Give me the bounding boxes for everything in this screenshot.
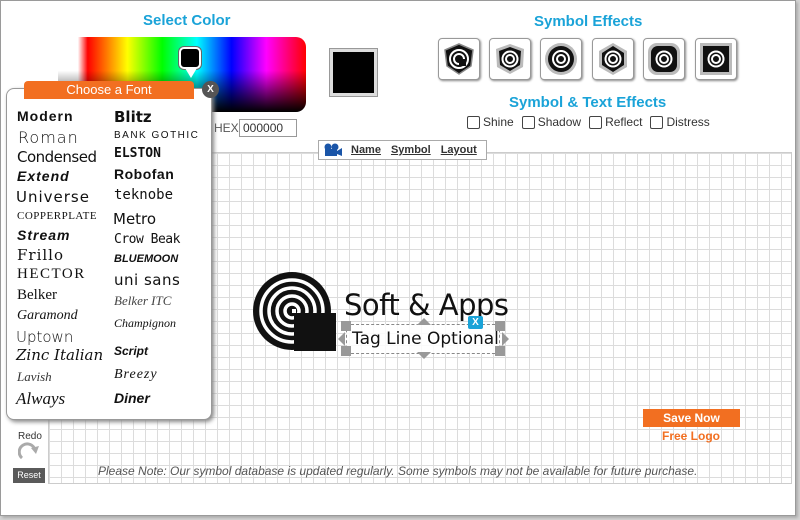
font-option-hector[interactable]: HECTOR	[17, 266, 86, 283]
font-option-frillo[interactable]: Frillo	[17, 246, 64, 264]
editor-tabs: Name Symbol Layout	[318, 140, 487, 160]
font-option-roman[interactable]: Roman	[18, 128, 79, 147]
font-option-breezy[interactable]: Breezy	[114, 367, 158, 383]
tab-symbol[interactable]: Symbol	[391, 144, 431, 156]
current-color-swatch	[330, 49, 377, 96]
logo-symbol-icon[interactable]	[252, 271, 336, 351]
color-picker-marker[interactable]	[179, 47, 201, 69]
symbol-effect-shield-framed[interactable]	[489, 38, 531, 80]
font-option-always[interactable]: Always	[16, 389, 65, 409]
font-option-zinc-italian[interactable]: Zinc Italian	[16, 346, 103, 364]
symbol-effect-hexagon[interactable]	[592, 38, 634, 80]
font-option-bank-gothic[interactable]: BANK GOTHIC	[114, 130, 199, 141]
font-option-extend[interactable]: Extend	[17, 168, 70, 184]
company-name-text[interactable]: Soft & Apps	[344, 288, 509, 322]
font-option-script[interactable]: Script	[114, 344, 148, 358]
symbol-effects-heading: Symbol Effects	[534, 13, 643, 30]
font-option-robofan[interactable]: Robofan	[114, 166, 174, 182]
symbol-text-effects-heading: Symbol & Text Effects	[509, 94, 667, 111]
font-option-teknobe[interactable]: teknobe	[114, 187, 173, 203]
checkbox-label: Reflect	[605, 115, 643, 129]
resize-handle[interactable]	[341, 321, 351, 331]
move-left-arrow-icon[interactable]	[338, 332, 345, 346]
video-camera-icon[interactable]	[323, 143, 343, 157]
shield-badge-icon	[444, 43, 474, 75]
move-down-arrow-icon[interactable]	[417, 352, 431, 359]
font-option-uni-sans[interactable]: uni sans	[114, 271, 180, 289]
distress-checkbox[interactable]: Distress	[650, 115, 710, 129]
square-badge-icon	[700, 43, 732, 75]
rounded-square-badge-icon	[648, 43, 680, 75]
reflect-checkbox[interactable]: Reflect	[589, 115, 642, 129]
shield-badge-icon	[496, 44, 524, 74]
color-picker-marker-pointer	[185, 68, 197, 78]
font-option-diner[interactable]: Diner	[114, 390, 150, 406]
checkbox-box[interactable]	[650, 115, 664, 129]
font-option-condensed[interactable]: Condensed	[17, 148, 97, 166]
shine-checkbox[interactable]: Shine	[467, 115, 514, 129]
font-option-metro[interactable]: Metro	[113, 210, 156, 228]
font-option-copperplate[interactable]: COPPERPLATE	[17, 210, 97, 222]
font-option-uptown[interactable]: Uptown	[16, 328, 73, 346]
hex-label: HEX	[214, 121, 239, 135]
font-option-blitz[interactable]: Blitz	[114, 108, 152, 126]
font-option-lavish[interactable]: Lavish	[17, 369, 52, 385]
database-note: Please Note: Our symbol database is upda…	[98, 464, 698, 478]
resize-handle[interactable]	[341, 346, 351, 356]
font-panel-title: Choose a Font	[24, 81, 194, 99]
hex-input[interactable]	[239, 119, 297, 137]
move-up-arrow-icon[interactable]	[417, 318, 431, 325]
symbol-effect-rounded-square[interactable]	[643, 38, 685, 80]
checkbox-label: Shadow	[537, 115, 582, 129]
font-option-belker-itc[interactable]: Belker ITC	[114, 293, 171, 309]
redo-icon[interactable]	[18, 442, 40, 462]
tagline-close-button[interactable]: X	[468, 316, 483, 329]
symbol-effect-square[interactable]	[695, 38, 737, 80]
tab-layout[interactable]: Layout	[441, 144, 477, 156]
font-option-bluemoon[interactable]: BLUEMOON	[114, 253, 178, 265]
symbol-effect-shield-dark[interactable]	[438, 38, 480, 80]
checkbox-box[interactable]	[521, 115, 535, 129]
font-option-universe[interactable]: Universe	[16, 188, 90, 206]
free-logo-link[interactable]: Free Logo	[662, 429, 720, 443]
select-color-heading: Select Color	[143, 12, 231, 29]
font-option-champignon[interactable]: Champignon	[114, 316, 176, 331]
tab-name[interactable]: Name	[351, 144, 381, 156]
symbol-text-effect-options: Shine Shadow Reflect Distress	[467, 115, 718, 129]
font-option-garamond[interactable]: Garamond	[17, 308, 78, 324]
checkbox-label: Shine	[483, 115, 514, 129]
font-option-modern[interactable]: Modern	[17, 108, 74, 124]
shadow-checkbox[interactable]: Shadow	[521, 115, 582, 129]
circle-badge-icon	[545, 43, 577, 75]
font-panel-close-button[interactable]: X	[202, 81, 219, 98]
font-option-belker[interactable]: Belker	[17, 287, 57, 304]
checkbox-box[interactable]	[589, 115, 603, 129]
move-right-arrow-icon[interactable]	[502, 332, 509, 346]
font-option-elston[interactable]: ELSTON	[114, 146, 161, 161]
checkbox-box[interactable]	[467, 115, 480, 129]
font-option-crow-beak[interactable]: Crow Beak	[114, 232, 180, 247]
redo-label: Redo	[18, 431, 42, 442]
symbol-effect-circle[interactable]	[540, 38, 582, 80]
font-option-stream[interactable]: Stream	[17, 227, 70, 243]
save-now-button[interactable]: Save Now	[643, 409, 740, 427]
reset-button[interactable]: Reset	[13, 468, 45, 483]
checkbox-label: Distress	[666, 115, 710, 129]
tagline-text[interactable]: Tag Line Optional	[352, 329, 499, 349]
hexagon-badge-icon	[599, 43, 627, 75]
